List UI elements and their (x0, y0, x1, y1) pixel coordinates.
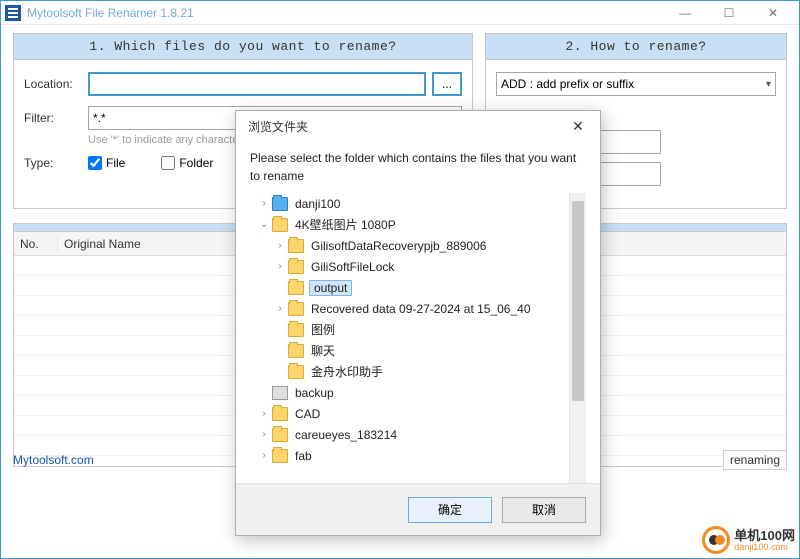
main-window: Mytoolsoft File Renamer 1.8.21 — ☐ ✕ 1. … (0, 0, 800, 559)
tree-item[interactable]: ⌄ 4K壁纸图片 1080P (250, 214, 568, 235)
tree-item-label: 金舟水印助手 (309, 363, 385, 380)
expander-icon[interactable]: ⌄ (258, 219, 270, 230)
file-checkbox-wrap[interactable]: File (88, 156, 125, 170)
panel-which-files-header: 1. Which files do you want to rename? (14, 34, 472, 60)
folder-tree[interactable]: › danji100 ⌄ 4K壁纸图片 1080P › GilisoftDataRecov… (250, 193, 586, 483)
location-input[interactable] (88, 72, 426, 96)
status-right: renaming (723, 450, 787, 470)
tree-item[interactable]: output (250, 277, 568, 298)
folder-icon (288, 323, 304, 337)
chevron-down-icon: ▾ (766, 79, 771, 90)
folder-icon (288, 302, 304, 316)
rename-method-value: ADD : add prefix or suffix (501, 77, 634, 91)
expander-icon[interactable]: › (274, 240, 286, 251)
expander-icon[interactable]: › (258, 408, 270, 419)
file-checkbox[interactable] (88, 156, 102, 170)
brand-subtext: danji100.com (734, 542, 795, 552)
tree-item[interactable]: 图例 (250, 319, 568, 340)
folder-icon (272, 428, 288, 442)
cancel-button[interactable]: 取消 (502, 497, 586, 523)
tree-item-label: GiliSoftFileLock (309, 260, 396, 274)
brand-text: 单机100网 (734, 529, 795, 542)
window-title: Mytoolsoft File Renamer 1.8.21 (27, 6, 194, 20)
tree-item[interactable]: 聊天 (250, 340, 568, 361)
close-button[interactable]: ✕ (751, 1, 795, 25)
brand-logo: 单机100网 danji100.com (702, 526, 795, 554)
tree-item[interactable]: › danji100 (250, 193, 568, 214)
folder-icon (272, 407, 288, 421)
folder-checkbox-wrap[interactable]: Folder (161, 156, 213, 170)
type-label: Type: (24, 156, 82, 170)
brand-icon (702, 526, 730, 554)
browse-button[interactable]: ... (432, 72, 462, 96)
tree-item[interactable]: › GiliSoftFileLock (250, 256, 568, 277)
folder-icon (288, 281, 304, 295)
folder-icon (288, 260, 304, 274)
location-label: Location: (24, 77, 82, 91)
tree-item[interactable]: › CAD (250, 403, 568, 424)
maximize-button[interactable]: ☐ (707, 1, 751, 25)
rename-method-select[interactable]: ADD : add prefix or suffix ▾ (496, 72, 776, 96)
folder-icon (272, 218, 288, 232)
tree-item[interactable]: › fab (250, 445, 568, 466)
tree-item[interactable]: › GilisoftDataRecoverypjb_889006 (250, 235, 568, 256)
tree-item-label: 4K壁纸图片 1080P (293, 216, 398, 233)
expander-icon[interactable]: › (258, 450, 270, 461)
tree-item-label: GilisoftDataRecoverypjb_889006 (309, 239, 488, 253)
folder-icon (272, 449, 288, 463)
tree-item-label: 图例 (309, 321, 337, 338)
expander-icon[interactable]: › (258, 198, 270, 209)
expander-icon[interactable]: › (258, 429, 270, 440)
file-checkbox-label: File (106, 156, 125, 170)
expander-icon[interactable]: › (274, 303, 286, 314)
dialog-prompt: Please select the folder which contains … (250, 149, 586, 185)
tree-item-label: danji100 (293, 197, 342, 211)
app-icon (5, 5, 21, 21)
printer-icon (272, 386, 288, 400)
tree-item-label: 聊天 (309, 342, 337, 359)
tree-item-label: backup (293, 386, 336, 400)
tree-item-label: output (309, 280, 352, 296)
dialog-close-button[interactable]: ✕ (564, 114, 592, 138)
filter-label: Filter: (24, 111, 82, 125)
expander-icon[interactable]: › (274, 261, 286, 272)
folder-checkbox[interactable] (161, 156, 175, 170)
folder-icon (272, 197, 288, 211)
ok-button[interactable]: 确定 (408, 497, 492, 523)
folder-checkbox-label: Folder (179, 156, 213, 170)
tree-item-label: Recovered data 09-27-2024 at 15_06_40 (309, 302, 533, 316)
dialog-title: 浏览文件夹 (248, 118, 308, 135)
tree-item[interactable]: backup (250, 382, 568, 403)
scrollbar-thumb[interactable] (572, 201, 584, 401)
tree-item[interactable]: 金舟水印助手 (250, 361, 568, 382)
minimize-button[interactable]: — (663, 1, 707, 25)
tree-item-label: careueyes_183214 (293, 428, 399, 442)
folder-icon (288, 365, 304, 379)
folder-icon (288, 239, 304, 253)
panel-how-rename-header: 2. How to rename? (486, 34, 786, 60)
tree-item[interactable]: › Recovered data 09-27-2024 at 15_06_40 (250, 298, 568, 319)
mytoolsoft-link[interactable]: Mytoolsoft.com (13, 453, 94, 467)
tree-item-label: fab (293, 449, 314, 463)
browse-folder-dialog: 浏览文件夹 ✕ Please select the folder which c… (235, 110, 601, 536)
tree-item-label: CAD (293, 407, 322, 421)
titlebar: Mytoolsoft File Renamer 1.8.21 — ☐ ✕ (1, 1, 799, 25)
tree-item[interactable]: › careueyes_183214 (250, 424, 568, 445)
folder-icon (288, 344, 304, 358)
scrollbar[interactable] (569, 193, 586, 483)
col-no-header[interactable]: No. (14, 237, 58, 251)
